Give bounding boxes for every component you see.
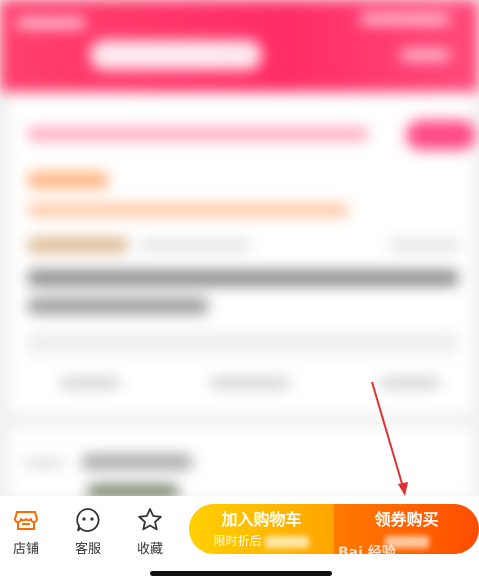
- service-label: 客服: [74, 542, 101, 557]
- cart-discount-note: 限时折后: [189, 532, 334, 550]
- star-icon: [138, 508, 162, 531]
- bottom-action-bar: 店铺 客服 收藏 加入购物车 限时折后 领券购买: [0, 496, 479, 577]
- product-info-card: [10, 92, 476, 412]
- purchase-button-group: 加入购物车 限时折后 领券购买: [189, 504, 479, 554]
- favorite-nav-item[interactable]: 收藏: [126, 506, 174, 557]
- buy-label: 领券购买: [374, 510, 439, 529]
- home-indicator: [150, 571, 332, 576]
- chat-face-icon: [76, 508, 100, 532]
- page-header: [0, 0, 479, 92]
- store-icon: [14, 511, 38, 530]
- store-nav-item[interactable]: 店铺: [2, 506, 50, 557]
- favorite-label: 收藏: [136, 542, 163, 557]
- blurred-product-page: [0, 0, 479, 496]
- header-search-pill: [90, 40, 262, 70]
- store-label: 店铺: [12, 542, 39, 557]
- customer-service-nav-item[interactable]: 客服: [64, 506, 112, 557]
- add-to-cart-button[interactable]: 加入购物车 限时折后: [189, 504, 334, 554]
- shop-card: [10, 428, 472, 496]
- baidu-watermark: Bai 经验: [338, 545, 396, 561]
- add-to-cart-label: 加入购物车: [221, 510, 302, 529]
